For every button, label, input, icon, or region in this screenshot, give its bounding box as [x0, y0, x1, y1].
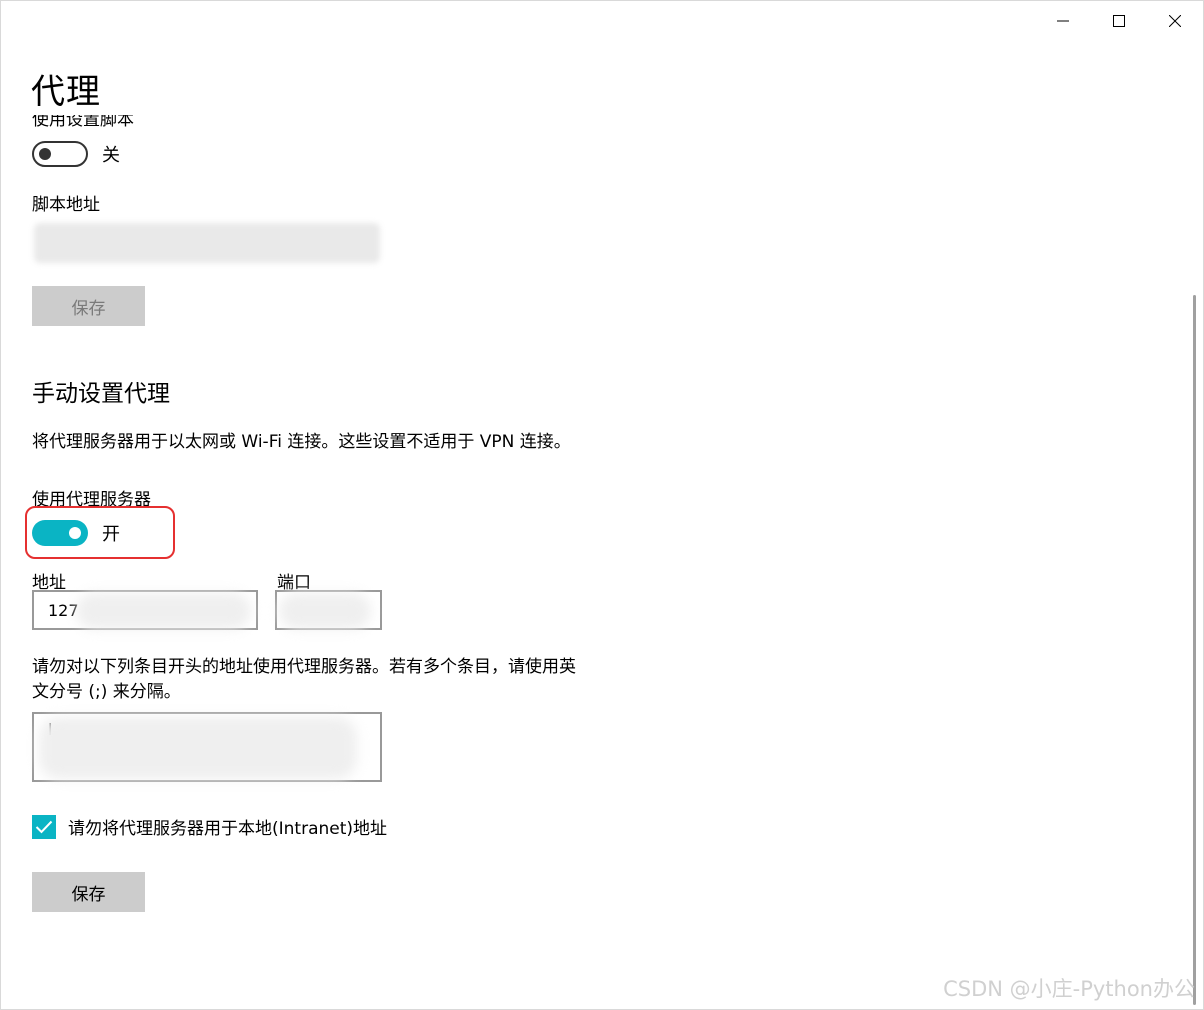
maximize-button[interactable]: [1091, 1, 1147, 41]
exceptions-redaction: [39, 717, 357, 779]
manual-save-button[interactable]: 保存: [32, 872, 145, 912]
caption-bar: [1035, 1, 1203, 41]
port-redaction: [279, 593, 371, 629]
watermark: CSDN @小庄-Python办公: [943, 977, 1195, 1001]
exceptions-description-line2: 文分号 (;) 来分隔。: [32, 682, 181, 702]
settings-window: 代理 使用设置脚本 关 脚本地址 保存 手动设置代理 将代理服务器用于以太网或 …: [0, 0, 1204, 1010]
annotation-highlight: [25, 506, 175, 559]
toggle-knob: [39, 148, 51, 160]
maximize-icon: [1113, 15, 1125, 27]
bypass-local-label: 请勿将代理服务器用于本地(Intranet)地址: [68, 819, 388, 839]
close-button[interactable]: [1147, 1, 1203, 41]
address-value: 127: [48, 601, 79, 620]
script-address-input[interactable]: [34, 223, 380, 263]
page-title: 代理: [31, 69, 631, 115]
script-toggle-state: 关: [102, 145, 120, 166]
script-toggle-row: 关: [32, 141, 120, 167]
scrollbar[interactable]: [1193, 295, 1196, 1005]
bypass-local-checkbox[interactable]: [32, 814, 56, 839]
address-redaction: [76, 593, 251, 629]
minimize-icon: [1057, 20, 1069, 22]
script-save-button[interactable]: 保存: [32, 286, 145, 326]
script-toggle[interactable]: [32, 141, 88, 167]
minimize-button[interactable]: [1035, 1, 1091, 41]
close-icon: [1169, 15, 1181, 27]
script-address-label: 脚本地址: [32, 195, 100, 215]
exceptions-description-line1: 请勿对以下列条目开头的地址使用代理服务器。若有多个条目，请使用英: [32, 657, 576, 677]
checkmark-icon: [35, 820, 53, 833]
manual-setup-description: 将代理服务器用于以太网或 Wi-Fi 连接。这些设置不适用于 VPN 连接。: [32, 432, 571, 452]
exceptions-description: 请勿对以下列条目开头的地址使用代理服务器。若有多个条目，请使用英 文分号 (;)…: [32, 655, 576, 705]
manual-setup-title: 手动设置代理: [32, 381, 170, 407]
bypass-local-row: 请勿将代理服务器用于本地(Intranet)地址: [32, 814, 387, 839]
